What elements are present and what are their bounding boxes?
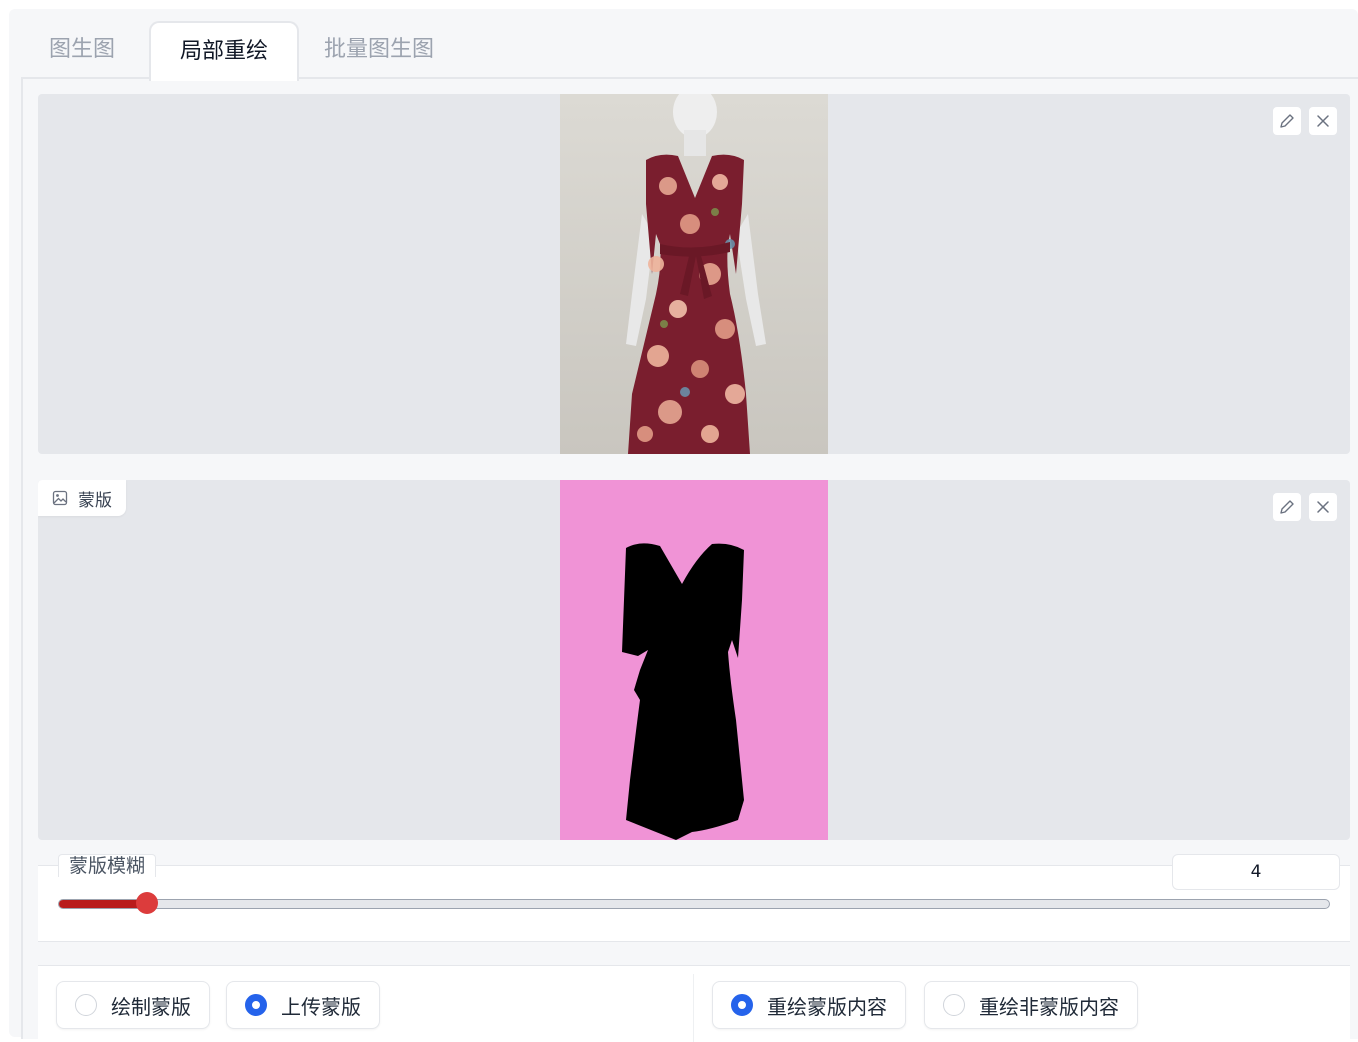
mask-image-actions bbox=[1272, 492, 1338, 522]
mask-photo bbox=[560, 480, 828, 840]
mask-blur-slider-thumb[interactable] bbox=[136, 892, 158, 914]
tab-inpaint[interactable]: 局部重绘 bbox=[149, 21, 299, 81]
close-icon[interactable] bbox=[1308, 106, 1338, 136]
mask-blur-control: 蒙版模糊 4 bbox=[38, 854, 1350, 942]
source-photo bbox=[560, 94, 828, 454]
mask-blur-number-input[interactable]: 4 bbox=[1172, 854, 1340, 890]
radio-inpaint-masked[interactable]: 重绘蒙版内容 bbox=[712, 981, 906, 1029]
radio-circle bbox=[943, 994, 965, 1016]
close-icon[interactable] bbox=[1308, 492, 1338, 522]
tab-batch-img2img[interactable]: 批量图生图 bbox=[324, 21, 434, 79]
mask-image-box[interactable]: 蒙版 bbox=[38, 480, 1350, 840]
mask-label-text: 蒙版 bbox=[78, 490, 112, 511]
tab-img2img[interactable]: 图生图 bbox=[49, 21, 115, 79]
radio-label: 绘制蒙版 bbox=[111, 994, 191, 1019]
radio-label: 上传蒙版 bbox=[281, 994, 361, 1019]
radio-draw-mask[interactable]: 绘制蒙版 bbox=[56, 981, 210, 1029]
radio-inpaint-not-masked[interactable]: 重绘非蒙版内容 bbox=[924, 981, 1138, 1029]
edit-icon[interactable] bbox=[1272, 106, 1302, 136]
source-image-actions bbox=[1272, 106, 1338, 136]
img2img-app: 图生图 局部重绘 批量图生图 蒙版 蒙版模糊 4 绘制蒙版 上传蒙版 重绘蒙版内… bbox=[9, 9, 1358, 1042]
mask-image-label: 蒙版 bbox=[38, 480, 126, 516]
mask-blur-label: 蒙版模糊 bbox=[58, 854, 157, 877]
radio-label: 重绘非蒙版内容 bbox=[979, 994, 1119, 1019]
inpaint-panel: 蒙版 蒙版模糊 4 绘制蒙版 上传蒙版 重绘蒙版内容 重绘非蒙版内容 bbox=[21, 77, 1358, 1042]
radio-circle bbox=[245, 994, 267, 1016]
mask-blur-slider-track[interactable] bbox=[58, 899, 1330, 909]
radio-upload-mask[interactable]: 上传蒙版 bbox=[226, 981, 380, 1029]
image-icon bbox=[52, 490, 68, 506]
radio-circle bbox=[75, 994, 97, 1016]
edit-icon[interactable] bbox=[1272, 492, 1302, 522]
mask-options: 绘制蒙版 上传蒙版 重绘蒙版内容 重绘非蒙版内容 bbox=[38, 965, 1350, 1042]
tab-bar: 图生图 局部重绘 批量图生图 bbox=[9, 21, 1358, 81]
group-divider bbox=[693, 974, 694, 1042]
mask-blur-slider-fill bbox=[59, 900, 148, 908]
radio-circle bbox=[731, 994, 753, 1016]
radio-label: 重绘蒙版内容 bbox=[767, 994, 887, 1019]
source-image-box[interactable] bbox=[38, 94, 1350, 454]
